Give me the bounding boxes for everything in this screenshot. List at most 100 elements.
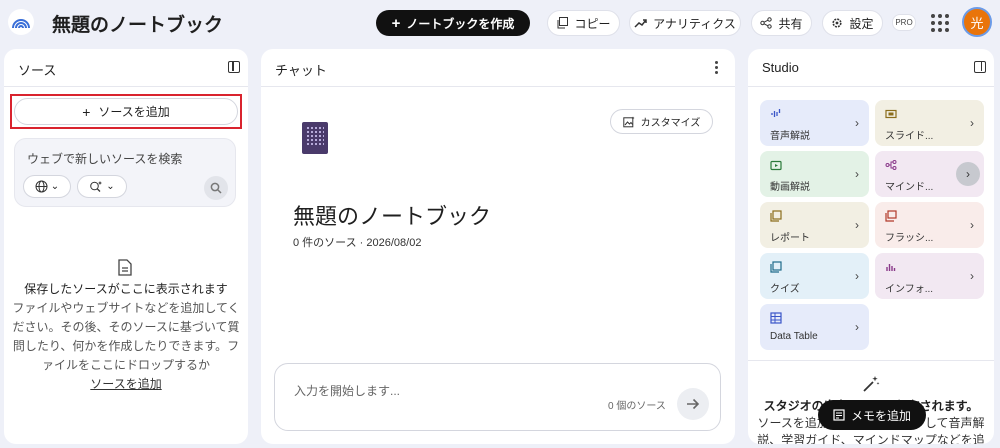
gear-icon — [832, 18, 843, 28]
infographic-icon — [886, 264, 896, 271]
web-search-box[interactable]: ウェブで新しいソースを検索 ⌄ ⌄ — [14, 138, 236, 207]
studio-card-label: レポート — [770, 233, 810, 244]
add-source-link[interactable]: ソースを追加 — [4, 375, 248, 392]
copy-icon — [557, 17, 569, 29]
studio-card-label: 動画解説 — [770, 182, 810, 193]
source-count: 0 個のソース — [608, 401, 666, 412]
quiz-icon — [770, 261, 782, 273]
copy-button[interactable]: コピー — [547, 10, 620, 36]
chevron-right-icon: › — [855, 218, 859, 232]
chevron-right-icon: › — [855, 320, 859, 334]
copy-label: コピー — [574, 16, 611, 31]
mindmap-icon — [885, 160, 897, 170]
globe-icon — [35, 180, 48, 193]
customize-label: カスタマイズ — [640, 118, 701, 129]
empty-sources-body: ファイルやウェブサイトなどを追加してください。その後、そのソースに基づいて質問し… — [12, 301, 240, 372]
plus-icon: + — [391, 14, 401, 32]
chat-input-box[interactable]: 入力を開始します... 0 個のソース — [274, 363, 721, 431]
plus-icon: + — [82, 103, 91, 120]
logo-arcs-icon — [12, 19, 30, 29]
add-source-label: ソースを追加 — [98, 105, 170, 119]
collapse-panel-icon[interactable] — [974, 61, 986, 73]
studio-card-label: マインド... — [885, 182, 934, 193]
divider — [748, 360, 994, 361]
chevron-right-icon: › — [855, 167, 859, 181]
studio-panel: Studio 音声解説 › スライド... › 動画解説 › マインド... ›… — [748, 49, 994, 444]
chevron-right-icon: › — [855, 116, 859, 130]
arrow-right-icon — [687, 398, 700, 410]
add-note-button[interactable]: メモを追加 — [818, 400, 926, 430]
more-options-icon[interactable] — [715, 61, 719, 74]
studio-title: Studio — [762, 60, 799, 75]
empty-sources-title: 保存したソースがここに表示されます — [24, 282, 228, 296]
studio-header: Studio — [748, 49, 994, 87]
slides-icon — [885, 109, 897, 119]
create-notebook-button[interactable]: + ノートブックを作成 — [376, 10, 530, 36]
chevron-right-icon: › — [970, 116, 974, 130]
studio-card-mindmap[interactable]: マインド... › — [875, 151, 984, 197]
app-logo[interactable] — [8, 9, 34, 35]
search-icon — [210, 182, 222, 194]
analytics-button[interactable]: アナリティクス — [629, 10, 741, 36]
studio-card-label: フラッシ... — [885, 233, 934, 244]
chat-header: チャット — [261, 49, 735, 87]
chevron-right-icon: › — [970, 269, 974, 283]
sources-title: ソース — [18, 63, 57, 78]
image-edit-icon — [622, 116, 635, 127]
chevron-right-icon: › — [970, 218, 974, 232]
studio-card-label: スライド... — [885, 131, 934, 142]
studio-card-label: 音声解説 — [770, 131, 810, 142]
chevron-right-icon: › — [956, 162, 980, 186]
share-label: 共有 — [778, 16, 803, 31]
avatar[interactable]: 光 — [962, 7, 992, 37]
note-icon — [833, 409, 845, 421]
search-placeholder[interactable]: ウェブで新しいソースを検索 — [27, 150, 182, 167]
collapse-panel-icon[interactable] — [228, 61, 240, 73]
notebook-emoji-icon — [302, 122, 328, 154]
studio-card-audio[interactable]: 音声解説 › — [760, 100, 869, 146]
studio-card-slides[interactable]: スライド... › — [875, 100, 984, 146]
notebook-heading: 無題のノートブック — [293, 204, 492, 229]
settings-label: 設定 — [849, 16, 874, 31]
magic-wand-icon — [863, 376, 880, 392]
pro-badge: PRO — [892, 14, 916, 31]
analytics-label: アナリティクス — [653, 16, 736, 31]
share-icon — [760, 17, 773, 29]
video-icon — [770, 160, 782, 171]
share-button[interactable]: 共有 — [751, 10, 812, 36]
table-icon — [770, 312, 782, 324]
studio-card-quiz[interactable]: クイズ › — [760, 253, 869, 299]
studio-card-label: クイズ — [770, 284, 800, 295]
create-notebook-label: ノートブックを作成 — [406, 16, 515, 31]
trending-up-icon — [634, 19, 647, 28]
add-source-button[interactable]: + ソースを追加 — [14, 98, 238, 125]
chat-title: チャット — [275, 63, 327, 78]
search-button[interactable] — [204, 176, 228, 200]
customize-button[interactable]: カスタマイズ — [610, 109, 713, 134]
sources-header: ソース — [4, 49, 248, 87]
top-bar: 無題のノートブック + ノートブックを作成 コピー アナリティクス 共有 設定 … — [0, 0, 1000, 46]
apps-grid-icon[interactable] — [930, 13, 950, 33]
chevron-down-icon: ⌄ — [50, 181, 60, 192]
notebook-title[interactable]: 無題のノートブック — [52, 10, 223, 37]
studio-card-flashcards[interactable]: フラッシ... › — [875, 202, 984, 248]
studio-card-video[interactable]: 動画解説 › — [760, 151, 869, 197]
studio-card-infographic[interactable]: インフォ... › — [875, 253, 984, 299]
source-type-dropdown[interactable]: ⌄ — [23, 175, 71, 198]
document-icon — [118, 259, 132, 276]
send-button[interactable] — [677, 388, 709, 420]
studio-card-label: インフォ... — [885, 284, 934, 295]
studio-card-report[interactable]: レポート › — [760, 202, 869, 248]
chevron-down-icon: ⌄ — [106, 181, 115, 192]
sources-panel: ソース + ソースを追加 ウェブで新しいソースを検索 ⌄ ⌄ 保存したソースがこ… — [4, 49, 248, 444]
chevron-right-icon: › — [855, 269, 859, 283]
settings-button[interactable]: 設定 — [822, 10, 883, 36]
studio-card-data-table[interactable]: Data Table › — [760, 304, 869, 350]
add-note-label: メモを追加 — [850, 408, 911, 423]
chat-input-placeholder[interactable]: 入力を開始します... — [294, 382, 400, 399]
flashcard-icon — [885, 210, 897, 222]
sparkle-search-icon — [90, 181, 103, 192]
studio-card-label: Data Table — [770, 331, 818, 342]
research-mode-dropdown[interactable]: ⌄ — [77, 175, 127, 198]
report-icon — [770, 210, 782, 222]
